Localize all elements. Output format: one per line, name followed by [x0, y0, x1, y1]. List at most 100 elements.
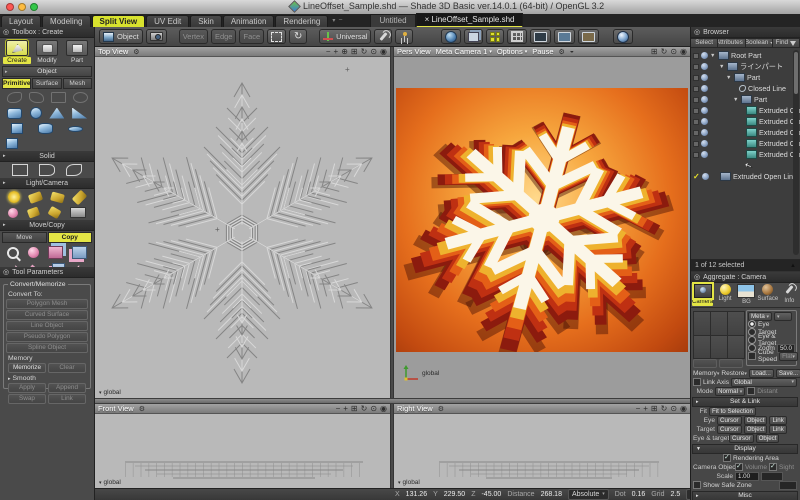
- toolbox-part-button[interactable]: Part: [63, 40, 91, 64]
- zoom-out-icon[interactable]: −: [336, 404, 341, 414]
- camera-path-button-2[interactable]: [719, 359, 743, 368]
- tree-item-part2[interactable]: ▼ Part: [691, 94, 800, 105]
- top-viewport[interactable]: Top View ⚙ − + ⊕ ⊞ ↻ ⊙ ◉: [95, 47, 390, 398]
- panel-menu-icon[interactable]: ◎: [694, 273, 700, 281]
- browser-tab-attributes[interactable]: Attributes▾: [718, 38, 745, 48]
- zoom-in-icon[interactable]: +: [643, 404, 648, 414]
- point-light-tool-icon[interactable]: [8, 191, 20, 203]
- close-window-button[interactable]: [6, 3, 14, 11]
- zoom-out-icon[interactable]: −: [326, 47, 331, 57]
- browser-tab-find[interactable]: Find: [773, 38, 800, 48]
- array-copy-tool-icon[interactable]: [72, 246, 87, 259]
- link-axis-dropdown[interactable]: Global▾: [731, 378, 797, 387]
- scrollbar-thumb[interactable]: [794, 52, 798, 94]
- panel-menu-icon[interactable]: ◎: [694, 28, 700, 36]
- render-preview-button[interactable]: [613, 29, 633, 44]
- distant-checkbox[interactable]: [747, 387, 755, 395]
- tool-settings-button[interactable]: [374, 29, 392, 44]
- render-flag-icon[interactable]: [701, 85, 708, 92]
- workspace-tab-animation[interactable]: Animation: [223, 15, 275, 28]
- right-viewport[interactable]: Right View ⚙ − + ⊞ ↻ ⊙ ◉ ▾ glob: [394, 404, 690, 488]
- zoom-in-icon[interactable]: +: [334, 47, 339, 57]
- magnify-icon[interactable]: ⊙: [670, 404, 677, 414]
- rectangle-select-button[interactable]: [267, 29, 286, 44]
- rounded-box-tool-icon[interactable]: [7, 108, 22, 119]
- aggregate-tab-light[interactable]: Light: [714, 283, 735, 307]
- tree-item-extruded-closed[interactable]: Extruded Closed: [691, 127, 800, 138]
- disk-tool-icon[interactable]: [68, 126, 83, 132]
- solid-subtract-tool-icon[interactable]: [39, 164, 55, 176]
- collapse-triangle-icon[interactable]: ▲: [790, 263, 796, 269]
- vertex-mode-button[interactable]: Vertex: [179, 29, 208, 44]
- look-icon[interactable]: ◉: [380, 47, 387, 57]
- fit-to-selection-button[interactable]: Fit to Selection: [709, 407, 756, 416]
- toolbox-header[interactable]: ◎ Toolbox : Create: [0, 27, 94, 38]
- shading-icon[interactable]: ◒: [570, 48, 574, 55]
- aggregate-tab-bg[interactable]: BG: [736, 283, 757, 307]
- smooth-label[interactable]: ▸ Smooth: [8, 375, 86, 382]
- tree-item-part[interactable]: ▼ Part: [691, 72, 800, 83]
- render-flag-icon[interactable]: [701, 52, 708, 59]
- pers-viewport-header[interactable]: Pers View Meta Camera 1▾ Options▾ Pause …: [394, 47, 690, 57]
- sphere-tool-icon[interactable]: [30, 107, 42, 119]
- rotate-tool-button[interactable]: ↻: [289, 29, 307, 44]
- box-tool-icon[interactable]: [11, 123, 23, 134]
- clear-button[interactable]: Clear: [48, 363, 86, 373]
- display-section[interactable]: ▼Display: [692, 444, 798, 454]
- move-tab[interactable]: Move: [2, 232, 47, 243]
- tree-item-closed-line[interactable]: Closed Line: [691, 83, 800, 94]
- solid-intersect-tool-icon[interactable]: [66, 164, 82, 176]
- options-dropdown[interactable]: Options▾: [497, 47, 527, 56]
- memory-dropdown[interactable]: Memory▾: [693, 370, 719, 377]
- magnify-icon[interactable]: ⊙: [370, 47, 377, 57]
- area-light-tool-icon[interactable]: [72, 189, 88, 205]
- camera-create-tool-icon[interactable]: [70, 207, 86, 218]
- document-tab-untitled[interactable]: Untitled: [370, 14, 415, 28]
- target-radio[interactable]: [748, 328, 756, 336]
- convert-pseudo-polygon-button[interactable]: Pseudo Polygon: [6, 332, 88, 342]
- cube-speed-checkbox[interactable]: [748, 352, 756, 360]
- zoom-out-icon[interactable]: −: [636, 404, 641, 414]
- eye-link-button[interactable]: Link: [769, 416, 786, 425]
- smooth-swap-button[interactable]: Swap: [8, 394, 46, 404]
- pan-icon[interactable]: ⊞: [351, 404, 358, 414]
- memorize-button[interactable]: Memorize: [8, 363, 46, 373]
- aggregate-header[interactable]: ◎ Aggregate : Camera: [691, 272, 800, 283]
- browser-tab-select[interactable]: Select: [691, 38, 718, 48]
- coordinate-mode-dropdown[interactable]: Absolute▾: [568, 489, 609, 500]
- front-viewport-header[interactable]: Front View ⚙ − + ⊞ ↻ ⊙ ◉: [95, 404, 390, 414]
- eye-radio[interactable]: [748, 320, 756, 328]
- cone-tool-icon[interactable]: [49, 108, 64, 119]
- eyetarget-cursor-button[interactable]: Cursor: [729, 434, 754, 443]
- copy-tab[interactable]: Copy: [48, 232, 93, 243]
- ambient-light-tool-icon[interactable]: [8, 208, 18, 218]
- workspace-tab-skin[interactable]: Skin: [190, 15, 222, 28]
- split-view-layout-button[interactable]: [486, 29, 504, 44]
- magnify-icon[interactable]: ⊙: [370, 404, 377, 414]
- cube-tool-icon[interactable]: [6, 138, 18, 149]
- toolbox-tab-primitive[interactable]: Primitive: [2, 78, 31, 89]
- filter-funnel-icon[interactable]: [790, 41, 796, 46]
- viewport-label[interactable]: Right View: [397, 404, 433, 413]
- zoom-window-button[interactable]: [30, 3, 38, 11]
- target-link-button[interactable]: Link: [769, 425, 786, 434]
- panel-menu-icon[interactable]: ◎: [3, 28, 9, 36]
- minimize-window-button[interactable]: [18, 3, 26, 11]
- edge-mode-button[interactable]: Edge: [211, 29, 237, 44]
- gear-icon[interactable]: ⚙: [559, 48, 565, 56]
- cube-speed-dropdown[interactable]: Flat▾: [779, 352, 798, 361]
- eye-object-button[interactable]: Object: [744, 416, 768, 425]
- look-icon[interactable]: ◉: [680, 404, 687, 414]
- render-flag-icon[interactable]: [701, 74, 708, 81]
- meta-sub-dropdown[interactable]: ▾: [774, 312, 792, 321]
- move-copy-section-header[interactable]: ▸ Move/Copy: [0, 220, 94, 231]
- workspace-tab-layout[interactable]: Layout: [1, 15, 41, 28]
- world-coordinates-button[interactable]: [441, 29, 461, 44]
- tree-item-extruded-closed[interactable]: Extruded Closed: [691, 105, 800, 116]
- workspace-tab-uv-edit[interactable]: UV Edit: [146, 15, 189, 28]
- linear-light-tool-icon[interactable]: [27, 206, 40, 218]
- render-flag-icon[interactable]: [701, 63, 708, 70]
- rendering-area-checkbox[interactable]: [723, 454, 731, 462]
- orbit-icon[interactable]: ↻: [361, 47, 368, 57]
- curve-tool-icon[interactable]: [7, 92, 22, 103]
